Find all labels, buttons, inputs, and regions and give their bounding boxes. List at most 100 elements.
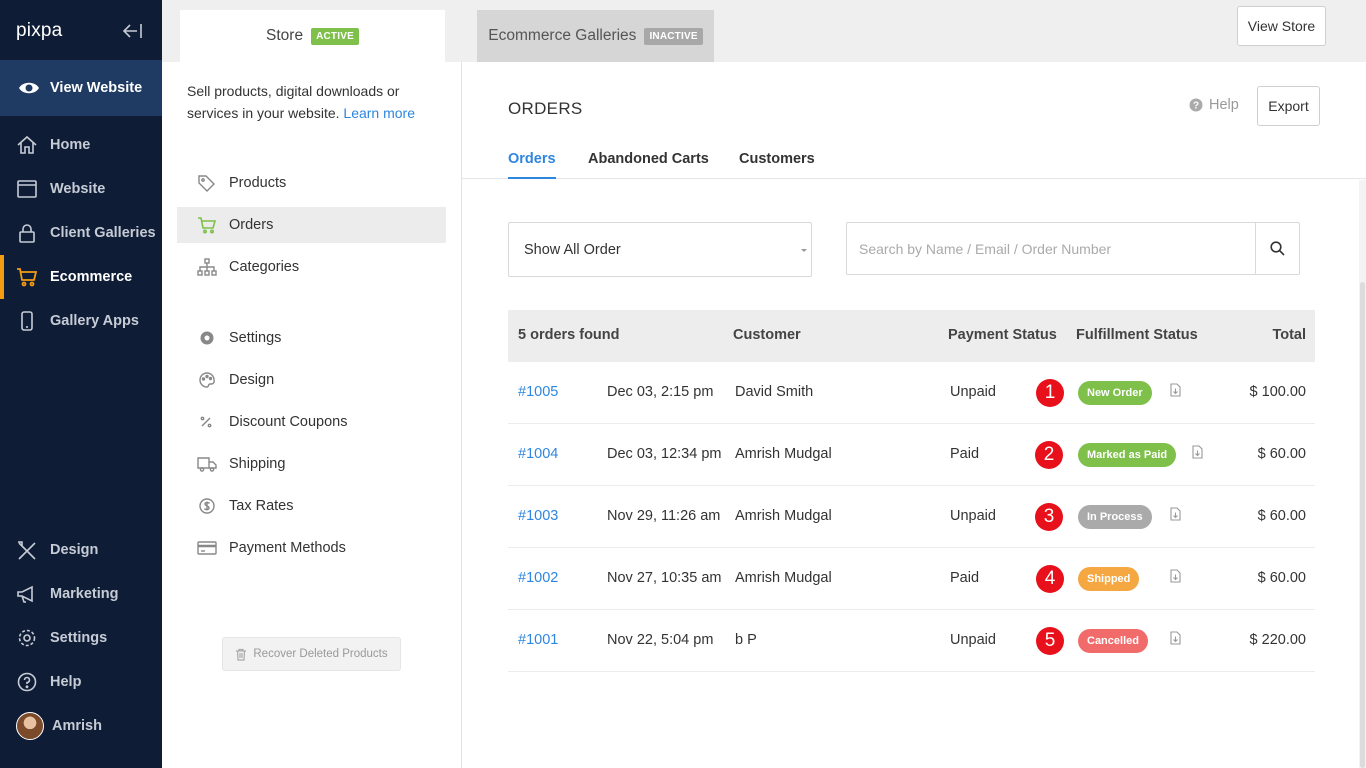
order-total: $ 220.00 — [1249, 632, 1306, 648]
recover-deleted-products-label: Recover Deleted Products — [253, 648, 388, 660]
brand-logo[interactable]: pixpa — [16, 20, 62, 42]
nav-gallery-apps[interactable]: Gallery Apps — [0, 301, 162, 341]
export-button[interactable]: Export — [1257, 86, 1320, 126]
invoice-document-icon[interactable] — [1170, 507, 1181, 521]
page-title: ORDERS — [508, 99, 583, 118]
table-row[interactable]: #1002 Nov 27, 10:35 am Amrish Mudgal Pai… — [508, 548, 1315, 610]
order-search — [846, 222, 1300, 275]
order-id-link[interactable]: #1004 — [518, 446, 558, 462]
nav-client-galleries[interactable]: Client Galleries — [0, 213, 162, 253]
subnav-item-payment-methods[interactable]: Payment Methods — [177, 530, 446, 566]
invoice-document-icon[interactable] — [1170, 569, 1181, 583]
fulfillment-status-badge[interactable]: In Process — [1078, 505, 1152, 529]
view-website-button[interactable]: View Website — [0, 60, 162, 116]
table-row[interactable]: #1005 Dec 03, 2:15 pm David Smith Unpaid… — [508, 362, 1315, 424]
search-input[interactable] — [847, 223, 1255, 274]
fulfillment-status-badge[interactable]: New Order — [1078, 381, 1152, 405]
search-button[interactable] — [1255, 223, 1299, 274]
order-customer: Amrish Mudgal — [735, 570, 832, 586]
trash-icon — [236, 648, 247, 661]
svg-text:?: ? — [1193, 101, 1199, 112]
nav-user-profile[interactable]: Amrish — [0, 706, 162, 746]
order-id-link[interactable]: #1001 — [518, 632, 558, 648]
tab-orders[interactable]: Orders — [508, 151, 556, 179]
nav-help[interactable]: Help — [0, 662, 162, 702]
tab-store[interactable]: Store ACTIVE — [180, 10, 445, 62]
orders-table: 5 orders found Customer Payment Status F… — [508, 310, 1315, 672]
tab-customers[interactable]: Customers — [739, 151, 815, 177]
payment-status: Unpaid — [950, 508, 996, 524]
header-fulfillment-status[interactable]: Fulfillment Status — [1076, 327, 1198, 343]
payment-status: Unpaid — [950, 632, 996, 648]
avatar — [16, 712, 44, 740]
subnav-item-tax-rates[interactable]: Tax Rates — [177, 488, 446, 524]
annotation-marker: 1 — [1036, 379, 1064, 407]
table-header: 5 orders found Customer Payment Status F… — [508, 310, 1315, 362]
top-tab-bar: Store ACTIVE Ecommerce Galleries INACTIV… — [162, 0, 1366, 62]
subnav-item-settings[interactable]: Settings — [177, 320, 446, 356]
subnav-item-products[interactable]: Products — [177, 165, 446, 201]
header-payment-status[interactable]: Payment Status — [948, 327, 1057, 343]
payment-status: Paid — [950, 570, 980, 586]
invoice-document-icon[interactable] — [1170, 631, 1181, 645]
order-customer: David Smith — [735, 384, 814, 400]
tab-ecommerce-galleries[interactable]: Ecommerce Galleries INACTIVE — [477, 10, 714, 62]
order-id-link[interactable]: #1003 — [518, 508, 558, 524]
subnav-item-shipping[interactable]: Shipping — [177, 446, 446, 482]
nav-gallery-apps-label: Gallery Apps — [50, 313, 139, 329]
nav-home[interactable]: Home — [0, 125, 162, 165]
nav-ecommerce-label: Ecommerce — [50, 269, 133, 285]
learn-more-link[interactable]: Learn more — [343, 105, 415, 121]
design-tools-icon — [18, 541, 36, 560]
nav-website-label: Website — [50, 181, 106, 197]
fulfillment-status-badge[interactable]: Shipped — [1078, 567, 1140, 591]
subnav-item-tax-rates-label: Tax Rates — [229, 498, 294, 514]
recover-deleted-products-button[interactable]: Recover Deleted Products — [222, 637, 401, 671]
order-filter-select[interactable]: Show All Order — [508, 222, 812, 277]
header-order-count: 5 orders found — [518, 327, 620, 343]
payment-status: Paid — [950, 446, 980, 462]
fulfillment-status-badge[interactable]: Cancelled — [1078, 629, 1148, 653]
nav-marketing[interactable]: Marketing — [0, 574, 162, 614]
fulfillment-status-badge[interactable]: Marked as Paid — [1078, 443, 1177, 467]
caret-down-icon — [801, 249, 807, 252]
collapse-sidebar-icon[interactable] — [121, 22, 143, 40]
search-icon — [1270, 241, 1285, 256]
store-subnav: Sell products, digital downloads or serv… — [162, 62, 462, 768]
subnav-item-design[interactable]: Design — [177, 362, 446, 398]
store-intro: Sell products, digital downloads or serv… — [187, 80, 437, 124]
megaphone-icon — [17, 585, 33, 603]
browser-icon — [17, 180, 37, 198]
annotation-marker: 3 — [1035, 503, 1063, 531]
order-customer: b P — [735, 632, 757, 648]
scrollbar-thumb[interactable] — [1360, 282, 1365, 768]
order-customer: Amrish Mudgal — [735, 446, 832, 462]
subnav-item-discount-coupons[interactable]: Discount Coupons — [177, 404, 446, 440]
subnav-item-categories[interactable]: Categories — [177, 249, 446, 285]
header-total[interactable]: Total — [1272, 327, 1306, 343]
tab-abandoned-carts[interactable]: Abandoned Carts — [588, 151, 709, 177]
view-store-button[interactable]: View Store — [1237, 6, 1326, 46]
nav-ecommerce[interactable]: Ecommerce — [0, 255, 162, 299]
order-id-link[interactable]: #1005 — [518, 384, 558, 400]
subnav-item-orders[interactable]: Orders — [177, 207, 446, 243]
lock-icon — [19, 224, 35, 243]
table-row[interactable]: #1004 Dec 03, 12:34 pm Amrish Mudgal Pai… — [508, 424, 1315, 486]
nav-design[interactable]: Design — [0, 530, 162, 570]
order-id-link[interactable]: #1002 — [518, 570, 558, 586]
table-row[interactable]: #1003 Nov 29, 11:26 am Amrish Mudgal Unp… — [508, 486, 1315, 548]
nav-settings[interactable]: Settings — [0, 618, 162, 658]
tag-icon — [198, 175, 215, 192]
palette-icon — [199, 372, 215, 388]
invoice-document-icon[interactable] — [1170, 383, 1181, 397]
payment-status: Unpaid — [950, 384, 996, 400]
help-link[interactable]: ? Help — [1189, 97, 1239, 113]
nav-design-label: Design — [50, 542, 99, 558]
invoice-document-icon[interactable] — [1192, 445, 1203, 459]
table-row[interactable]: #1001 Nov 22, 5:04 pm b P Unpaid 5 Cance… — [508, 610, 1315, 672]
help-circle-icon: ? — [1189, 98, 1203, 112]
cart-icon — [17, 268, 38, 287]
nav-website[interactable]: Website — [0, 169, 162, 209]
nav-settings-label: Settings — [50, 630, 108, 646]
header-customer[interactable]: Customer — [733, 327, 801, 343]
